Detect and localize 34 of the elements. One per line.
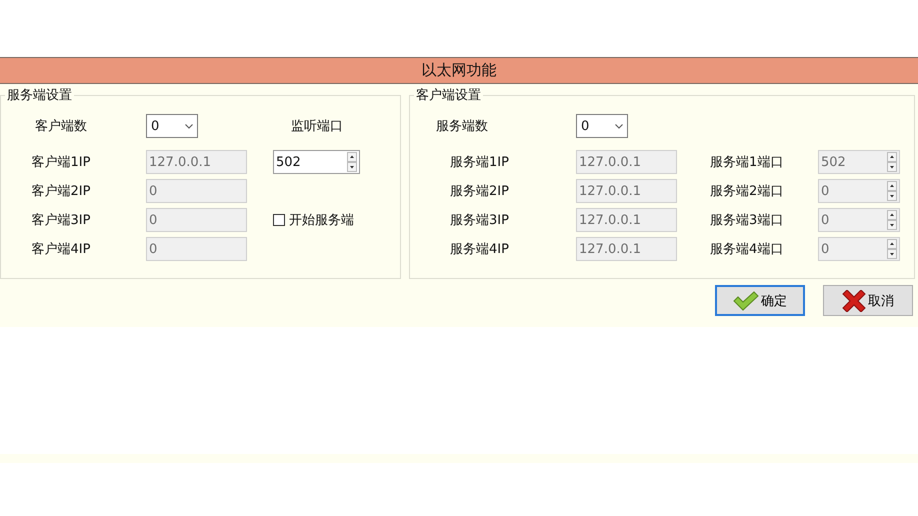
spinner-arrows-icon[interactable] [887, 239, 897, 259]
cross-icon [842, 290, 866, 312]
checkbox[interactable] [273, 214, 285, 226]
spinner-arrows-icon[interactable] [887, 152, 897, 172]
field-label: 服务端1端口 [710, 154, 784, 171]
dropdown[interactable]: 0 [576, 114, 628, 138]
port-spinbox[interactable]: 502 [273, 150, 360, 174]
spinner-arrows-icon[interactable] [347, 152, 357, 172]
field-label: 服务端3端口 [710, 212, 784, 229]
field-label: 客户端3IP [30, 212, 92, 229]
dropdown-caret-icon [185, 124, 193, 128]
group-title: 客户端设置 [415, 87, 482, 104]
field-label: 客户端2IP [30, 183, 92, 200]
field-label: 服务端4IP [449, 241, 510, 258]
dropdown[interactable]: 0 [146, 114, 198, 138]
field-label: 监听端口 [290, 118, 344, 135]
dialog-title: 以太网功能 [0, 57, 918, 84]
field-label: 客户端1IP [30, 154, 92, 171]
spinner-arrows-icon[interactable] [887, 210, 897, 230]
checkmark-icon [733, 290, 759, 310]
spinner-arrows-icon[interactable] [887, 181, 897, 201]
field-label: 服务端4端口 [710, 241, 784, 258]
field-label: 服务端数 [435, 118, 489, 135]
checkbox-label: 开始服务端 [289, 212, 354, 229]
field-label: 服务端1IP [449, 154, 510, 171]
field-label: 服务端3IP [449, 212, 510, 229]
confirm-button[interactable]: 确定 [715, 285, 805, 316]
dropdown-caret-icon [615, 124, 623, 128]
group-title: 服务端设置 [6, 87, 73, 104]
field-label: 客户端4IP [30, 241, 92, 258]
field-label: 服务端2IP [449, 183, 510, 200]
field-label: 服务端2端口 [710, 183, 784, 200]
field-label: 客户端数 [34, 118, 88, 135]
cancel-button[interactable]: 取消 [823, 285, 913, 316]
